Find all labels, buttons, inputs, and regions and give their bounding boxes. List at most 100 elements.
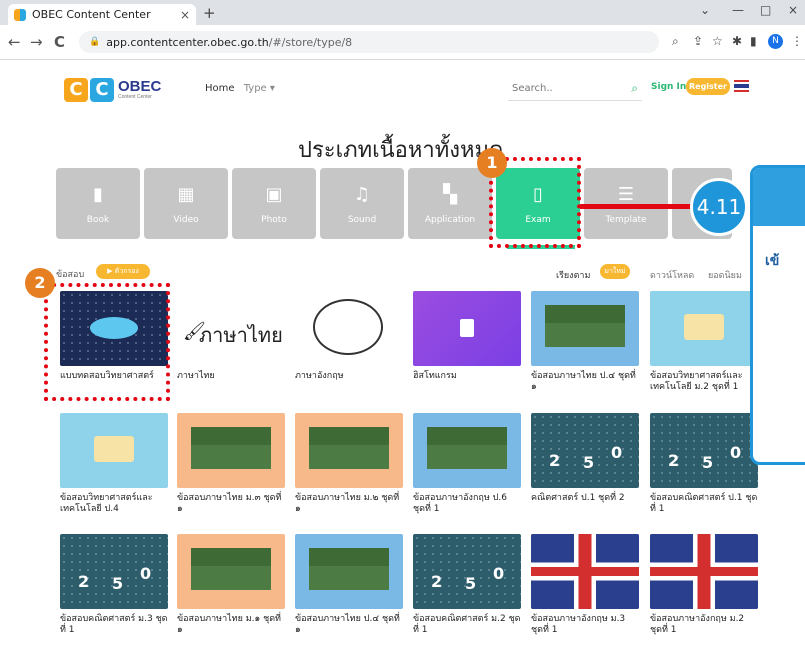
type-sound-button[interactable]: ♫ Sound bbox=[320, 168, 404, 239]
tab-search-icon[interactable]: ⌄ bbox=[700, 3, 710, 17]
content-card[interactable]: ข้อสอบภาษาอังกฤษ ม.3 ชุดที่ 1 bbox=[531, 534, 639, 636]
sort-download-button[interactable]: ดาวน์โหลด bbox=[650, 268, 694, 282]
screenshot-frame: OBEC Content Center × + ⌄ — □ × ← → C 🔒 … bbox=[0, 0, 805, 659]
card-title[interactable]: ข้อสอบภาษาไทย ป.๔ ชุดที่ ๑ bbox=[295, 614, 403, 636]
card-thumbnail[interactable] bbox=[650, 534, 758, 609]
forward-button[interactable]: → bbox=[30, 33, 43, 51]
card-thumbnail[interactable] bbox=[60, 413, 168, 488]
new-tab-button[interactable]: + bbox=[203, 4, 216, 22]
site-logo[interactable]: C C OBEC Content Center bbox=[64, 78, 161, 102]
content-card[interactable]: ข้อสอบภาษาไทย ม.๑ ชุดที่ ๑ bbox=[177, 534, 285, 636]
step-badge-2: 2 bbox=[25, 268, 55, 298]
content-card[interactable]: 🖌 ภาษาไทยภาษาไทย bbox=[177, 291, 285, 382]
sign-in-link[interactable]: Sign In bbox=[651, 82, 686, 92]
card-thumbnail[interactable]: 250 bbox=[650, 413, 758, 488]
minimize-button[interactable]: — bbox=[732, 3, 744, 17]
sidepanel-icon[interactable]: ▮ bbox=[750, 34, 757, 48]
type-video-button[interactable]: ▦ Video bbox=[144, 168, 228, 239]
type-photo-button[interactable]: ▣ Photo bbox=[232, 168, 316, 239]
extension-icon[interactable]: ✱ bbox=[732, 34, 742, 48]
content-card[interactable]: ข้อสอบภาษาไทย ป.๔ ชุดที่ ๑ bbox=[295, 534, 403, 636]
maximize-button[interactable]: □ bbox=[760, 3, 771, 17]
card-title[interactable]: ข้อสอบคณิตศาสตร์ ม.2 ชุดที่ 1 bbox=[413, 614, 521, 636]
url-input[interactable]: 🔒 app.contentcenter.obec.go.th/#/store/t… bbox=[79, 31, 659, 53]
tab-close-button[interactable]: × bbox=[180, 8, 190, 22]
register-button[interactable]: Register bbox=[686, 78, 730, 95]
logo-c2: C bbox=[90, 78, 114, 102]
card-thumbnail[interactable]: 250 bbox=[60, 534, 168, 609]
close-window-button[interactable]: × bbox=[788, 3, 798, 17]
nav-home-link[interactable]: Home bbox=[205, 83, 235, 94]
content-card[interactable]: 2 5 0 คณิตศาสตร์ ป.1 ชุดที่ 2 bbox=[531, 413, 639, 504]
card-title[interactable]: ฮิสโทแกรม bbox=[413, 371, 521, 382]
content-card[interactable]: ข้อสอบภาษาอังกฤษ ป.6 ชุดที่ 1 bbox=[413, 413, 521, 515]
search-icon[interactable]: ⌕ bbox=[631, 81, 638, 96]
menu-kebab-icon[interactable]: ⋮ bbox=[791, 34, 803, 48]
card-title[interactable]: ภาษาไทย bbox=[177, 371, 285, 382]
card-thumbnail[interactable] bbox=[413, 291, 521, 366]
content-card[interactable]: ฮิสโทแกรม bbox=[413, 291, 521, 382]
card-title[interactable]: ข้อสอบภาษาไทย ป.๔ ชุดที่ ๑ bbox=[531, 371, 639, 393]
card-thumbnail[interactable]: 🖌 ภาษาไทย bbox=[177, 291, 285, 366]
type-application-button[interactable]: ▚ Application bbox=[408, 168, 492, 239]
card-thumbnail[interactable]: 250 bbox=[531, 413, 639, 488]
card-title[interactable]: ข้อสอบภาษาไทย ม.๑ ชุดที่ ๑ bbox=[177, 614, 285, 636]
content-card[interactable]: 2 5 0 ข้อสอบคณิตศาสตร์ ม.3 ชุดที่ 1 bbox=[60, 534, 168, 636]
card-thumbnail[interactable] bbox=[295, 534, 403, 609]
sort-newest-button[interactable]: มาใหม่ bbox=[600, 264, 630, 279]
film-icon: ▦ bbox=[177, 184, 195, 205]
tab-title: OBEC Content Center bbox=[32, 8, 151, 21]
bookmark-star-icon[interactable]: ☆ bbox=[712, 34, 723, 48]
content-card[interactable]: ข้อสอบวิทยาศาสตร์และเทคโนโลยี ป.4 bbox=[60, 413, 168, 515]
content-card[interactable]: ข้อสอบภาษาไทย ม.๒ ชุดที่ ๑ bbox=[295, 413, 403, 515]
card-thumbnail[interactable] bbox=[295, 413, 403, 488]
back-button[interactable]: ← bbox=[8, 33, 21, 51]
zoom-icon[interactable]: ⌕ bbox=[672, 34, 679, 49]
content-card[interactable]: ข้อสอบภาษาไทย ป.๔ ชุดที่ ๑ bbox=[531, 291, 639, 393]
card-title[interactable]: ข้อสอบคณิตศาสตร์ ป.1 ชุดที่ 1 bbox=[650, 493, 758, 515]
card-thumbnail[interactable] bbox=[650, 291, 758, 366]
content-card[interactable]: ข้อสอบภาษาอังกฤษ ม.2 ชุดที่ 1 bbox=[650, 534, 758, 636]
card-title[interactable]: ข้อสอบภาษาไทย ม.๓ ชุดที่ ๑ bbox=[177, 493, 285, 515]
content-card[interactable]: ภาษาอังกฤษ bbox=[295, 291, 403, 382]
browser-tab[interactable]: OBEC Content Center × bbox=[8, 4, 196, 25]
image-icon: ▣ bbox=[265, 184, 283, 205]
sort-popular-button[interactable]: ยอดนิยม bbox=[708, 268, 742, 282]
url-host: app.contentcenter.obec.go.th bbox=[106, 35, 269, 49]
card-thumbnail[interactable] bbox=[177, 534, 285, 609]
card-title[interactable]: ข้อสอบวิทยาศาสตร์และเทคโนโลยี ม.2 ชุดที่… bbox=[650, 371, 758, 393]
card-thumbnail[interactable] bbox=[413, 413, 521, 488]
type-label: Book bbox=[86, 215, 110, 225]
category-label: ข้อสอบ bbox=[56, 270, 85, 280]
filter-pill[interactable]: ▶ ตัวกรอง bbox=[96, 264, 150, 279]
language-flag-icon[interactable] bbox=[734, 80, 749, 92]
search-input[interactable]: Search.. ⌕ bbox=[508, 75, 642, 101]
card-thumbnail[interactable]: 250 bbox=[413, 534, 521, 609]
nav-type-dropdown[interactable]: Type ▾ bbox=[244, 83, 275, 94]
reload-button[interactable]: C bbox=[54, 33, 65, 51]
content-card[interactable]: ข้อสอบภาษาไทย ม.๓ ชุดที่ ๑ bbox=[177, 413, 285, 515]
content-card[interactable]: 2 5 0 ข้อสอบคณิตศาสตร์ ม.2 ชุดที่ 1 bbox=[413, 534, 521, 636]
card-title[interactable]: ข้อสอบภาษาอังกฤษ ป.6 ชุดที่ 1 bbox=[413, 493, 521, 515]
card-title[interactable]: ข้อสอบวิทยาศาสตร์และเทคโนโลยี ป.4 bbox=[60, 493, 168, 515]
card-title[interactable]: ข้อสอบภาษาอังกฤษ ม.2 ชุดที่ 1 bbox=[650, 614, 758, 636]
card-title[interactable]: คณิตศาสตร์ ป.1 ชุดที่ 2 bbox=[531, 493, 639, 504]
content-card[interactable]: ข้อสอบวิทยาศาสตร์และเทคโนโลยี ม.2 ชุดที่… bbox=[650, 291, 758, 393]
card-title[interactable]: ข้อสอบภาษาไทย ม.๒ ชุดที่ ๑ bbox=[295, 493, 403, 515]
search-placeholder: Search.. bbox=[512, 83, 553, 94]
content-card[interactable]: 2 5 0 ข้อสอบคณิตศาสตร์ ป.1 ชุดที่ 1 bbox=[650, 413, 758, 515]
card-thumbnail[interactable] bbox=[531, 291, 639, 366]
card-title[interactable]: ข้อสอบภาษาอังกฤษ ม.3 ชุดที่ 1 bbox=[531, 614, 639, 636]
card-title[interactable]: ภาษาอังกฤษ bbox=[295, 371, 403, 382]
url-path: /#/store/type/8 bbox=[268, 35, 353, 49]
annotation-panel-header bbox=[753, 168, 805, 226]
type-book-button[interactable]: ▮ Book bbox=[56, 168, 140, 239]
card-thumbnail[interactable] bbox=[295, 291, 403, 366]
card-thumbnail[interactable] bbox=[177, 413, 285, 488]
card-thumbnail[interactable] bbox=[531, 534, 639, 609]
main-nav: Home Type ▾ bbox=[205, 83, 275, 94]
grid-icon: ▚ bbox=[443, 184, 457, 205]
card-title[interactable]: ข้อสอบคณิตศาสตร์ ม.3 ชุดที่ 1 bbox=[60, 614, 168, 636]
profile-avatar[interactable]: N bbox=[768, 34, 783, 49]
share-icon[interactable]: ⇪ bbox=[693, 34, 703, 48]
